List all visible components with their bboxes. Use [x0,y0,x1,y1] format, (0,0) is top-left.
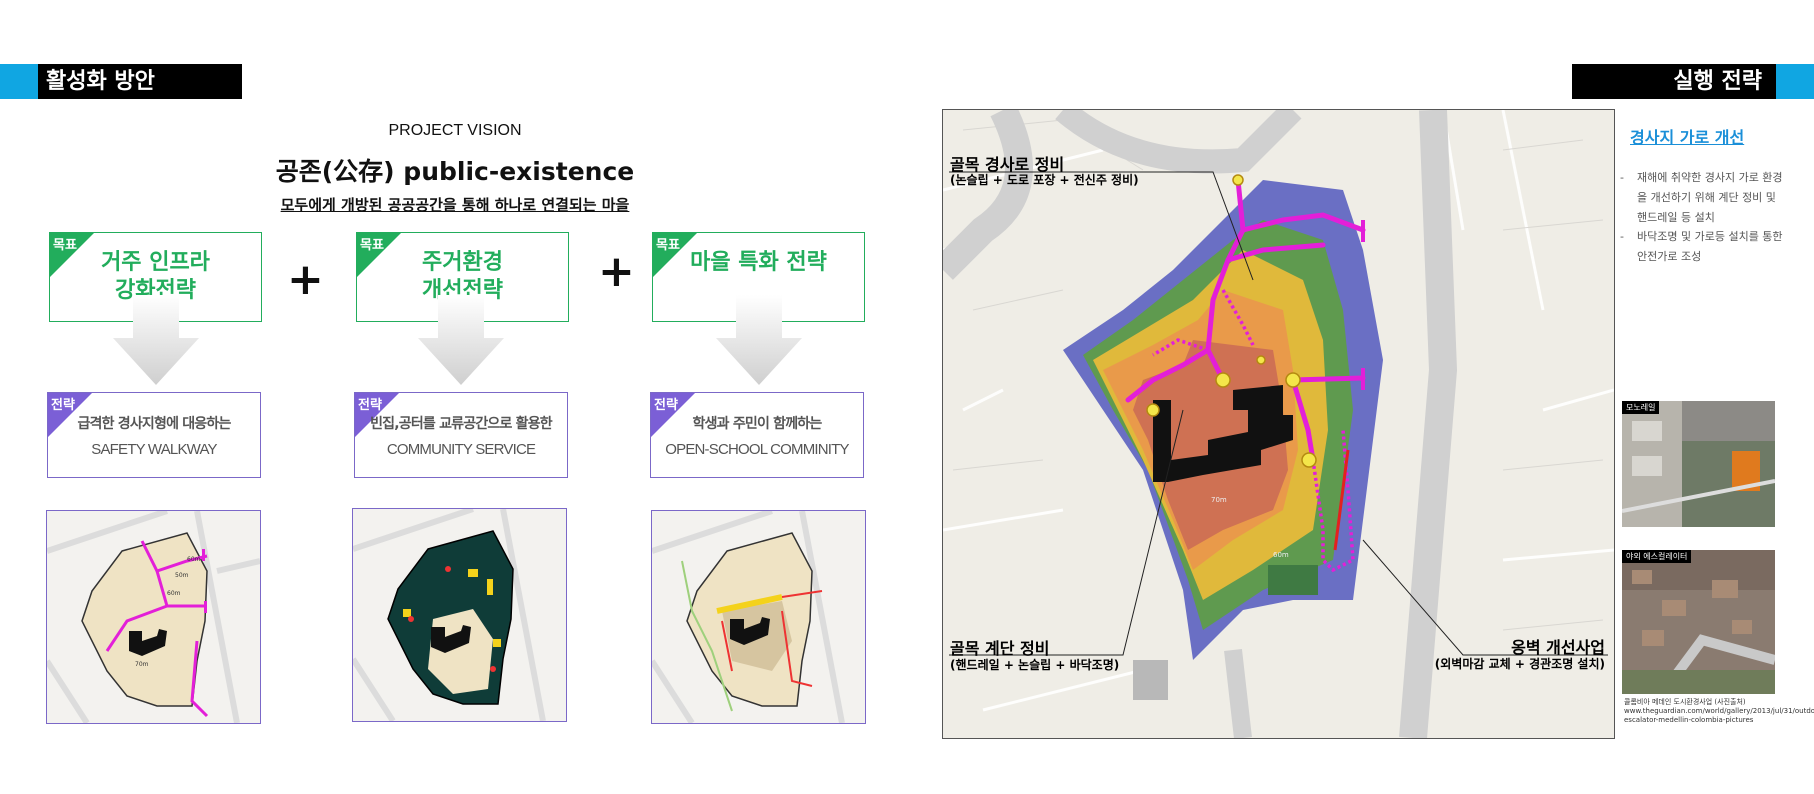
strategy-tag: 전략 [51,398,75,413]
goal-line1: 주거환경 [422,250,503,275]
contour-label: 70m [1211,496,1227,504]
side-item-1: 재해에 취약한 경사지 가로 환경을 개선하기 위해 계단 정비 및 핸드레일 … [1637,171,1783,224]
strategy-box-1: 전략 급격한 경사지형에 대응하는 SAFETY WALKWAY [47,392,261,478]
strategy-tag: 전략 [358,398,382,413]
goal-line1: 마을 특화 전략 [690,250,827,275]
vision-label: PROJECT VISION [388,122,522,139]
elevation-label: 60m [187,556,201,563]
photo-caption: 콜롬비아 메데인 도시환경사업 (사진출처) www.theguardian.c… [1624,698,1814,724]
map-label-wall-sub: (외벽마감 교체 + 경관조명 설치) [1434,657,1605,671]
monorail-photo [1621,401,1776,527]
strategy-box-2: 전략 빈집,공터를 교류공간으로 활용한 COMMUNITY SERVICE [354,392,568,478]
photo-escalator: 야외 에스컬레이터 [1622,550,1777,697]
strategy-desc: 학생과 주민이 함께하는 [692,416,823,432]
section-header-left: 활성화 방안 [0,64,242,99]
walkway-map-image: 60m 50m 60m 70m [47,511,260,723]
photo-title: 야외 에스컬레이터 [1622,550,1692,563]
strategy-name: OPEN-SCHOOL COMMINITY [665,441,849,458]
down-arrow-icon [418,295,504,385]
strategy-tag: 전략 [654,398,678,413]
header-accent [1776,64,1814,99]
escalator-photo [1622,550,1777,697]
strategy-name: COMMUNITY SERVICE [386,441,536,458]
strategy-desc: 빈집,공터를 교류공간으로 활용한 [370,416,553,432]
bullet: - [1620,171,1624,184]
side-title: 경사지 가로 개선 [1630,128,1745,147]
section-title-left: 활성화 방안 [38,64,242,99]
strategy-desc: 급격한 경사지형에 대응하는 [77,416,231,432]
map-label-slope-sub: (논슬립 + 도로 포장 + 전신주 정비) [950,173,1139,187]
strategy-box-3: 전략 학생과 주민이 함께하는 OPEN-SCHOOL COMMINITY [650,392,864,478]
side-item-2: 바닥조명 및 가로등 설치를 통한 안전가로 조성 [1637,230,1783,263]
plus-sign: + [287,254,324,305]
down-arrow-icon [716,295,802,385]
mini-map-community [352,508,567,722]
plus-sign: + [598,246,635,297]
goal-line1: 거주 인프라 [101,250,210,275]
header-accent [0,64,38,99]
mini-map-open-school [651,510,866,724]
contour-label: 60m [1273,551,1289,559]
vision-subtitle: 모두에게 개방된 공공공간을 통해 하나로 연결되는 마을 [280,196,630,214]
section-header-right: 실행 전략 [1572,64,1814,99]
down-arrow-icon [113,295,199,385]
map-label-stairs-sub: (핸드레일 + 논슬립 + 바닥조명) [950,658,1120,672]
section-title-right: 실행 전략 [1572,64,1776,99]
bullet: - [1620,230,1624,243]
elevation-label: 70m [135,661,149,668]
photo-title: 모노레일 [1622,401,1660,414]
mini-map-walkway: 60m 50m 60m 70m [46,510,261,724]
elevation-label: 60m [167,590,181,597]
photo-monorail: 모노레일 [1621,401,1776,527]
elevation-label: 50m [175,572,189,579]
strategy-name: SAFETY WALKWAY [91,441,217,458]
vision-title: 공존(公存) public-existence [275,157,635,186]
